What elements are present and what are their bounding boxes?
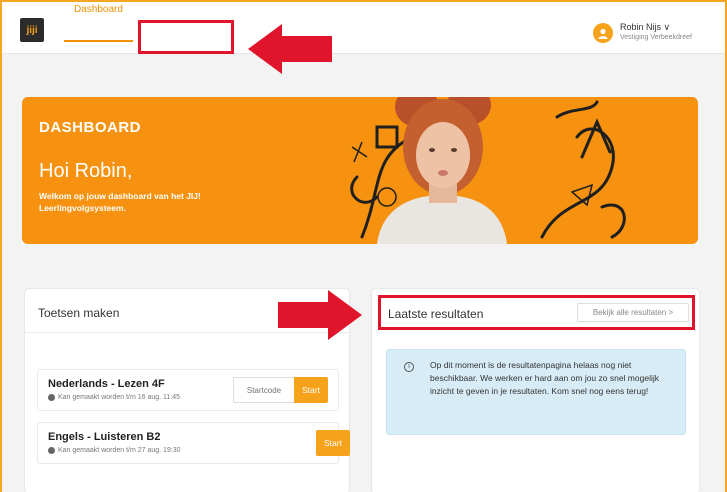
test-name: Engels - Luisteren B2 xyxy=(48,431,161,443)
top-navbar: jiji Dashboard Robin Nijs ∨ Vestiging Ve… xyxy=(2,2,725,54)
student-photo-icon xyxy=(377,97,507,244)
test-name: Nederlands - Lezen 4F xyxy=(48,378,165,390)
tab-dashboard-label: Dashboard xyxy=(74,4,123,15)
results-card: Laatste resultaten Bekijk alle resultate… xyxy=(371,288,700,492)
info-text: Op dit moment is de resultatenpagina hel… xyxy=(430,360,659,396)
clock-icon xyxy=(48,447,55,454)
highlight-box-nav xyxy=(138,20,234,54)
view-all-results-button[interactable]: Bekijk alle resultaten > xyxy=(577,303,689,322)
user-name[interactable]: Robin Nijs ∨ xyxy=(620,22,670,33)
app-logo[interactable]: jiji xyxy=(20,18,44,42)
banner-title: DASHBOARD xyxy=(39,119,141,136)
annotation-arrow-left-icon xyxy=(248,24,332,74)
tab-dashboard[interactable]: Dashboard xyxy=(64,0,133,42)
clock-icon xyxy=(48,394,55,401)
dashboard-banner: DASHBOARD Hoi Robin, Welkom op jouw dash… xyxy=(22,97,698,244)
list-item: Nederlands - Lezen 4F Kan gemaakt worden… xyxy=(37,369,339,411)
banner-welcome-text: Welkom op jouw dashboard van het JIJ! Le… xyxy=(39,191,201,213)
test-availability-text: Kan gemaakt worden t/m 27 aug. 19:30 xyxy=(58,447,181,454)
user-location: Vestiging Verbeekdreef xyxy=(620,34,692,41)
tests-card-title: Toetsen maken xyxy=(38,306,120,320)
results-card-title: Laatste resultaten xyxy=(388,307,484,321)
user-icon xyxy=(598,28,608,39)
avatar[interactable] xyxy=(593,23,613,43)
results-header-highlight: Laatste resultaten Bekijk alle resultate… xyxy=(378,295,695,330)
test-availability-text: Kan gemaakt worden t/m 16 aug. 11:45 xyxy=(58,394,181,401)
banner-greeting: Hoi Robin, xyxy=(39,160,133,182)
test-availability: Kan gemaakt worden t/m 27 aug. 19:30 xyxy=(48,447,181,454)
info-alert: i Op dit moment is de resultatenpagina h… xyxy=(386,349,686,435)
list-item: Engels - Luisteren B2 Kan gemaakt worden… xyxy=(37,422,350,464)
start-button[interactable]: Start xyxy=(294,377,328,403)
info-icon: i xyxy=(404,362,414,372)
annotation-arrow-right-icon xyxy=(278,290,362,340)
test-availability: Kan gemaakt worden t/m 16 aug. 11:45 xyxy=(48,394,180,401)
logo-text: jiji xyxy=(26,24,38,36)
startcode-input[interactable] xyxy=(233,377,295,403)
start-button[interactable]: Start xyxy=(316,430,350,456)
